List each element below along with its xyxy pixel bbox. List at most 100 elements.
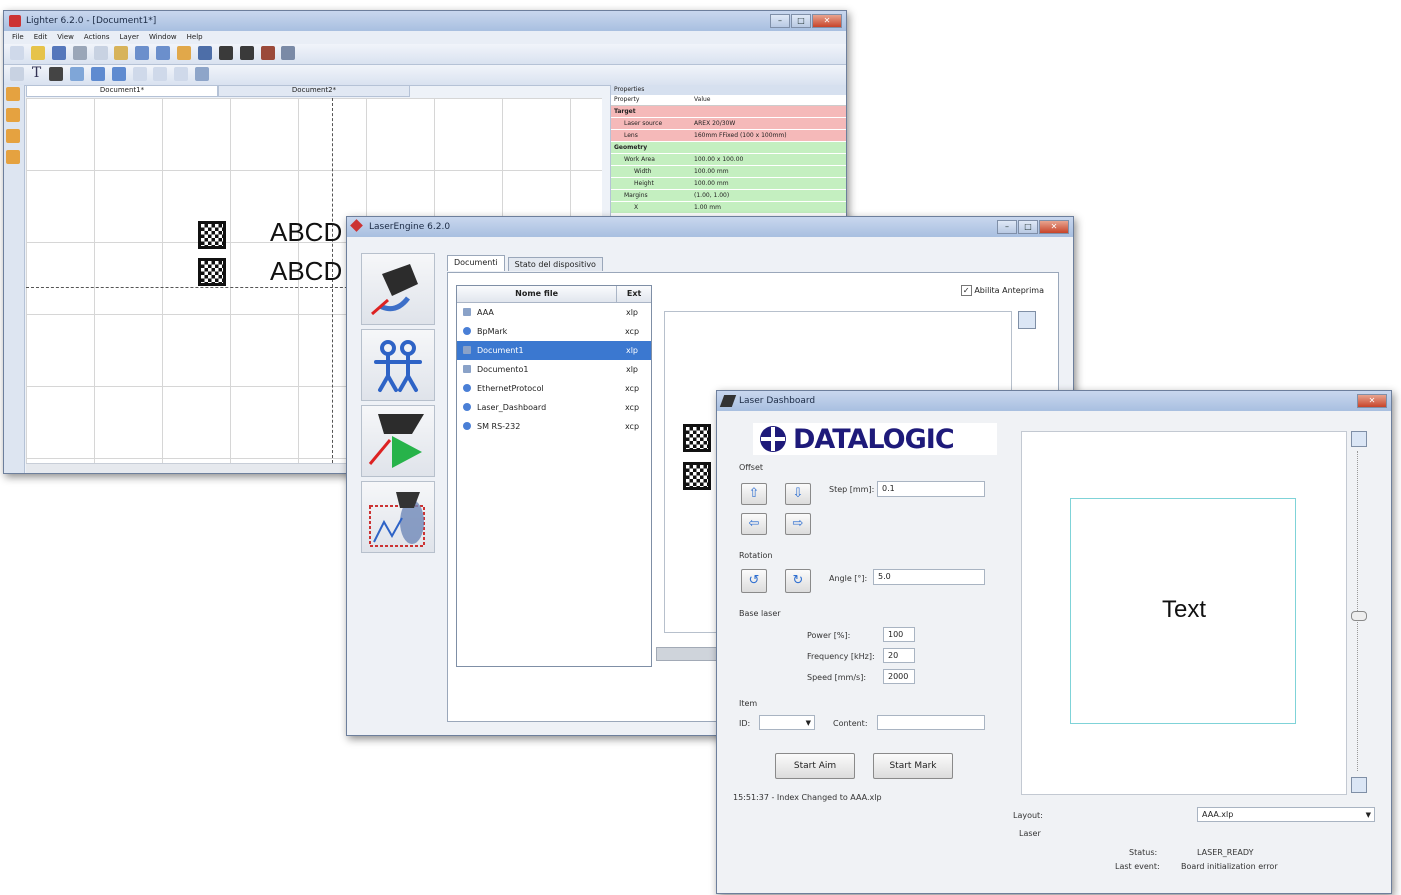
undo-icon[interactable] — [135, 46, 150, 60]
menu-layer[interactable]: Layer — [119, 31, 139, 44]
tab-document1[interactable]: Document1* — [26, 85, 218, 97]
qr-code[interactable] — [198, 221, 226, 249]
tab-stato-dispositivo[interactable]: Stato del dispositivo — [507, 257, 603, 271]
filename-column[interactable]: Nome file — [457, 286, 618, 302]
paste-icon[interactable] — [114, 46, 129, 60]
property-row[interactable]: Target — [611, 106, 846, 118]
select-icon[interactable] — [10, 67, 24, 81]
rotate-icon[interactable] — [90, 67, 105, 81]
property-name: Target — [614, 108, 636, 115]
redo-icon[interactable] — [156, 46, 171, 60]
settings-icon[interactable] — [281, 46, 296, 60]
power-spinbox[interactable]: 100 — [883, 627, 915, 642]
rotate-right-icon[interactable] — [111, 67, 126, 81]
file-ext: xlp — [625, 365, 639, 374]
preview-checkbox[interactable]: ✓ — [960, 285, 972, 296]
tab-documenti[interactable]: Documenti — [447, 255, 505, 271]
layout-dropdown[interactable]: AAA.xlp ▼ — [1197, 807, 1375, 822]
minimize-button[interactable]: – — [770, 14, 790, 28]
zoom-icon[interactable] — [177, 46, 191, 60]
property-row[interactable]: Laser source AREX 20/30W — [611, 118, 846, 130]
property-row[interactable]: Width 100.00 mm — [611, 166, 846, 178]
print-icon[interactable] — [72, 46, 87, 60]
close-button[interactable]: ✕ — [812, 14, 842, 28]
property-row[interactable]: Work Area 100.00 x 100.00 — [611, 154, 846, 166]
offset-up-button[interactable]: ⇧ — [741, 483, 767, 505]
zoom-slider-handle[interactable] — [1351, 611, 1367, 621]
preview-tool-button[interactable] — [361, 481, 435, 553]
content-input[interactable] — [877, 715, 985, 730]
menu-view[interactable]: View — [57, 31, 74, 44]
laser-icon[interactable] — [218, 46, 233, 60]
property-value: (1.00, 1.00) — [694, 192, 730, 199]
rotate-ccw-button[interactable]: ↺ — [741, 569, 767, 593]
ext-column[interactable]: Ext — [617, 286, 651, 302]
qr-code[interactable] — [198, 258, 226, 286]
maximize-button[interactable]: □ — [1018, 220, 1038, 234]
rotate-cw-button[interactable]: ↻ — [785, 569, 811, 593]
property-row[interactable]: Lens 160mm FFixed (100 x 100mm) — [611, 130, 846, 142]
step-input[interactable]: 0.1 — [877, 481, 985, 497]
property-row[interactable]: Margins (1.00, 1.00) — [611, 190, 846, 202]
step-label: Step [mm]: — [829, 485, 875, 494]
tool-pointer-icon[interactable] — [6, 87, 20, 101]
file-row[interactable]: BpMark xcp — [457, 322, 651, 341]
file-row[interactable]: EthernetProtocol xcp — [457, 379, 651, 398]
align-icon[interactable] — [132, 67, 147, 81]
group-icon[interactable] — [153, 67, 168, 81]
aim-icon[interactable] — [260, 46, 275, 60]
tool-zoom-icon[interactable] — [6, 150, 20, 164]
offset-left-button[interactable]: ⇦ — [741, 513, 767, 535]
canvas-text-1[interactable]: ABCD — [270, 217, 342, 248]
tool-node-icon[interactable] — [6, 129, 20, 143]
open-icon[interactable] — [30, 46, 45, 60]
run-tool-button[interactable] — [361, 405, 435, 477]
start-aim-button[interactable]: Start Aim — [775, 753, 855, 779]
preview-checkbox-row: ✓ Abilita Anteprima — [960, 285, 1044, 296]
file-row[interactable]: Documento1 xlp — [457, 360, 651, 379]
minimize-button[interactable]: – — [997, 220, 1017, 234]
laser-tool-button[interactable] — [361, 253, 435, 325]
menu-window[interactable]: Window — [149, 31, 177, 44]
id-dropdown[interactable]: ▼ — [759, 715, 815, 730]
users-tool-button[interactable] — [361, 329, 435, 401]
file-row[interactable]: Document1 xlp — [457, 341, 651, 360]
zoom-in-icon[interactable] — [195, 67, 210, 81]
preview-zoom-icon[interactable] — [1018, 311, 1036, 329]
tool-shape-icon[interactable] — [6, 108, 20, 122]
close-button[interactable]: ✕ — [1357, 394, 1387, 408]
angle-input[interactable]: 5.0 — [873, 569, 985, 585]
tab-document2[interactable]: Document2* — [218, 85, 410, 97]
menu-help[interactable]: Help — [187, 31, 203, 44]
start-mark-button[interactable]: Start Mark — [873, 753, 953, 779]
maximize-button[interactable]: □ — [791, 14, 811, 28]
barcode-icon[interactable] — [49, 67, 64, 81]
property-name: Margins — [624, 192, 648, 199]
layer-icon[interactable] — [197, 46, 212, 60]
canvas-text-2[interactable]: ABCD — [270, 256, 342, 287]
file-row[interactable]: AAA xlp — [457, 303, 651, 322]
menu-file[interactable]: File — [12, 31, 24, 44]
distribute-icon[interactable] — [174, 67, 189, 81]
frequency-spinbox[interactable]: 20 — [883, 648, 915, 663]
text-tool-icon[interactable]: T — [32, 65, 41, 81]
menu-actions[interactable]: Actions — [84, 31, 110, 44]
property-row[interactable]: Height 100.00 mm — [611, 178, 846, 190]
image-icon[interactable] — [69, 67, 84, 81]
menu-edit[interactable]: Edit — [34, 31, 48, 44]
new-icon[interactable] — [10, 46, 24, 60]
file-row[interactable]: SM RS-232 xcp — [457, 417, 651, 436]
close-button[interactable]: ✕ — [1039, 220, 1069, 234]
zoom-in-icon[interactable] — [1351, 431, 1367, 447]
speed-spinbox[interactable]: 2000 — [883, 669, 915, 684]
save-icon[interactable] — [51, 46, 66, 60]
property-row[interactable]: X 1.00 mm — [611, 202, 846, 214]
copy-icon[interactable] — [93, 46, 108, 60]
mark-icon[interactable] — [239, 46, 254, 60]
offset-down-button[interactable]: ⇩ — [785, 483, 811, 505]
offset-right-button[interactable]: ⇨ — [785, 513, 811, 535]
property-row[interactable]: Geometry — [611, 142, 846, 154]
datalogic-logo: DATALOGIC — [753, 423, 997, 455]
zoom-out-icon[interactable] — [1351, 777, 1367, 793]
file-row[interactable]: Laser_Dashboard xcp — [457, 398, 651, 417]
